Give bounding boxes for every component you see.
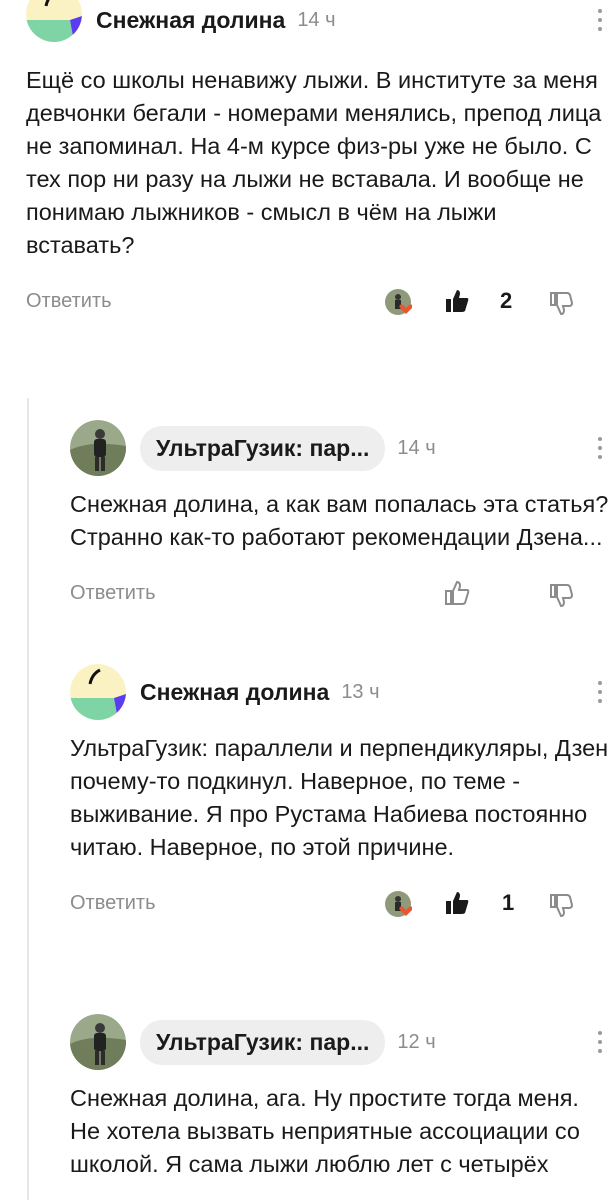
author-name[interactable]: УльтраГузик: пар...	[140, 425, 386, 471]
comment-text: Снежная долина, ага. Ну простите тогда м…	[70, 1085, 580, 1177]
author-name[interactable]: Снежная долина	[96, 7, 285, 34]
more-vertical-icon[interactable]	[590, 1025, 610, 1059]
ultragusik-avatar[interactable]	[70, 1014, 126, 1070]
comment-actions: Ответить 1	[70, 884, 610, 924]
reply-button[interactable]: Ответить	[70, 582, 156, 605]
thumbs-down-icon[interactable]	[548, 582, 574, 608]
like-count: 1	[502, 890, 515, 915]
thumbs-down-icon[interactable]	[548, 290, 574, 316]
author-name[interactable]: Снежная долина	[140, 679, 329, 706]
thumbs-up-icon[interactable]	[444, 890, 470, 916]
comment-actions: Ответить 2	[26, 282, 610, 322]
like-count: 2	[500, 288, 513, 313]
more-vertical-icon[interactable]	[590, 675, 610, 709]
snow-valley-avatar[interactable]	[70, 664, 126, 720]
reply-button[interactable]: Ответить	[70, 892, 156, 915]
comment-4: УльтраГузик: пар... 12 ч Снежная долина,…	[70, 1014, 610, 1181]
thumbs-up-icon[interactable]	[444, 288, 470, 314]
comment-2: УльтраГузик: пар... 14 ч Снежная долина,…	[70, 420, 610, 614]
liker-avatar	[384, 890, 412, 918]
reply-button[interactable]: Ответить	[26, 290, 112, 313]
comment-text: Ещё со школы ненавижу лыжи. В институте …	[26, 67, 602, 258]
more-vertical-icon[interactable]	[590, 431, 610, 465]
ultragusik-avatar[interactable]	[70, 420, 126, 476]
thread-line	[27, 398, 29, 1200]
comment-text: Снежная долина, а как вам попалась эта с…	[70, 491, 609, 550]
comment-header: УльтраГузик: пар... 12 ч	[70, 1014, 610, 1070]
comment-time: 13 ч	[341, 680, 380, 703]
comment-text: УльтраГузик: параллели и перпендикуляры,…	[70, 735, 609, 860]
comment-time: 14 ч	[297, 8, 336, 31]
comment-header: УльтраГузик: пар... 14 ч	[70, 420, 610, 476]
comment-header: Снежная долина 14 ч	[26, 0, 610, 42]
comment-3: Снежная долина 13 ч УльтраГузик: паралле…	[70, 664, 610, 924]
comment-1: Снежная долина 14 ч Ещё со школы ненавиж…	[26, 0, 610, 322]
author-name[interactable]: УльтраГузик: пар...	[140, 1019, 386, 1065]
snow-valley-avatar[interactable]	[26, 0, 82, 42]
thumbs-up-icon[interactable]	[444, 580, 470, 606]
liker-avatar	[384, 288, 412, 316]
comment-time: 14 ч	[397, 436, 436, 459]
more-vertical-icon[interactable]	[590, 3, 610, 37]
thumbs-down-icon[interactable]	[548, 892, 574, 918]
comment-header: Снежная долина 13 ч	[70, 664, 610, 720]
comment-time: 12 ч	[397, 1030, 436, 1053]
comment-actions: Ответить	[70, 574, 610, 614]
